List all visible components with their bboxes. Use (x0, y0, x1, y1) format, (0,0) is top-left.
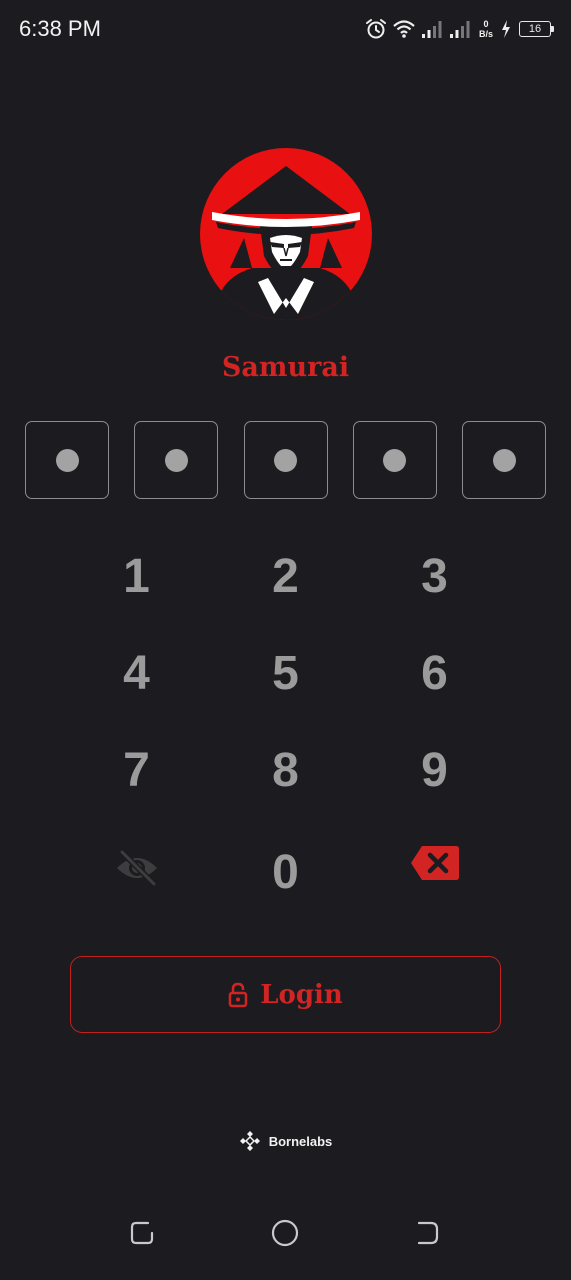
bornelabs-logo-icon (239, 1131, 260, 1151)
brand-footer: Bornelabs (0, 1130, 571, 1152)
key-1[interactable]: 1 (62, 528, 211, 625)
key-9[interactable]: 9 (360, 722, 509, 819)
pin-digit-box (352, 421, 437, 499)
status-bar: 6:38 PM 0 B/s 16 (0, 0, 571, 58)
battery-level: 16 (528, 23, 542, 35)
alarm-icon (365, 19, 386, 39)
key-8[interactable]: 8 (211, 722, 360, 819)
pin-entry (25, 421, 546, 499)
pin-digit-box (25, 421, 109, 499)
lock-open-icon (228, 982, 248, 1007)
signal-icon (449, 21, 470, 38)
net-speed-value: 0 (483, 19, 489, 29)
login-button[interactable]: Login (70, 956, 501, 1033)
status-icons: 0 B/s 16 (365, 16, 554, 42)
backspace-button[interactable] (360, 819, 509, 916)
pin-dot (274, 448, 297, 472)
toggle-visibility-button[interactable] (62, 819, 211, 916)
key-7[interactable]: 7 (62, 722, 211, 819)
back-icon[interactable] (413, 1218, 443, 1248)
backspace-icon (410, 845, 459, 880)
pin-dot (492, 448, 516, 472)
login-label: Login (260, 979, 343, 1010)
status-time: 6:38 PM (19, 16, 101, 41)
pin-dot (55, 448, 79, 472)
key-0[interactable]: 0 (211, 819, 360, 916)
battery-icon: 16 (519, 21, 554, 37)
key-3[interactable]: 3 (360, 528, 509, 625)
recent-apps-icon[interactable] (128, 1218, 158, 1248)
signal-icon (421, 21, 442, 38)
eye-off-icon (116, 849, 157, 886)
brand-name: Bornelabs (268, 1133, 333, 1149)
system-nav-bar (0, 1210, 571, 1260)
key-4[interactable]: 4 (62, 625, 211, 722)
samurai-logo (200, 148, 372, 320)
wifi-icon (393, 20, 415, 38)
keypad: 1 2 3 4 5 6 7 8 9 0 (62, 528, 510, 916)
key-5[interactable]: 5 (211, 625, 360, 722)
pin-dot (164, 448, 188, 472)
key-2[interactable]: 2 (211, 528, 360, 625)
net-speed-unit: B/s (478, 29, 493, 39)
charging-icon (502, 20, 510, 38)
pin-digit-box (134, 421, 219, 499)
pin-digit-box (462, 421, 546, 499)
pin-digit-box (243, 421, 328, 499)
app-name: Samurai (221, 352, 350, 383)
key-6[interactable]: 6 (360, 625, 509, 722)
net-speed: 0 B/s (479, 19, 493, 39)
pin-dot (383, 448, 407, 472)
home-icon[interactable] (270, 1218, 300, 1248)
